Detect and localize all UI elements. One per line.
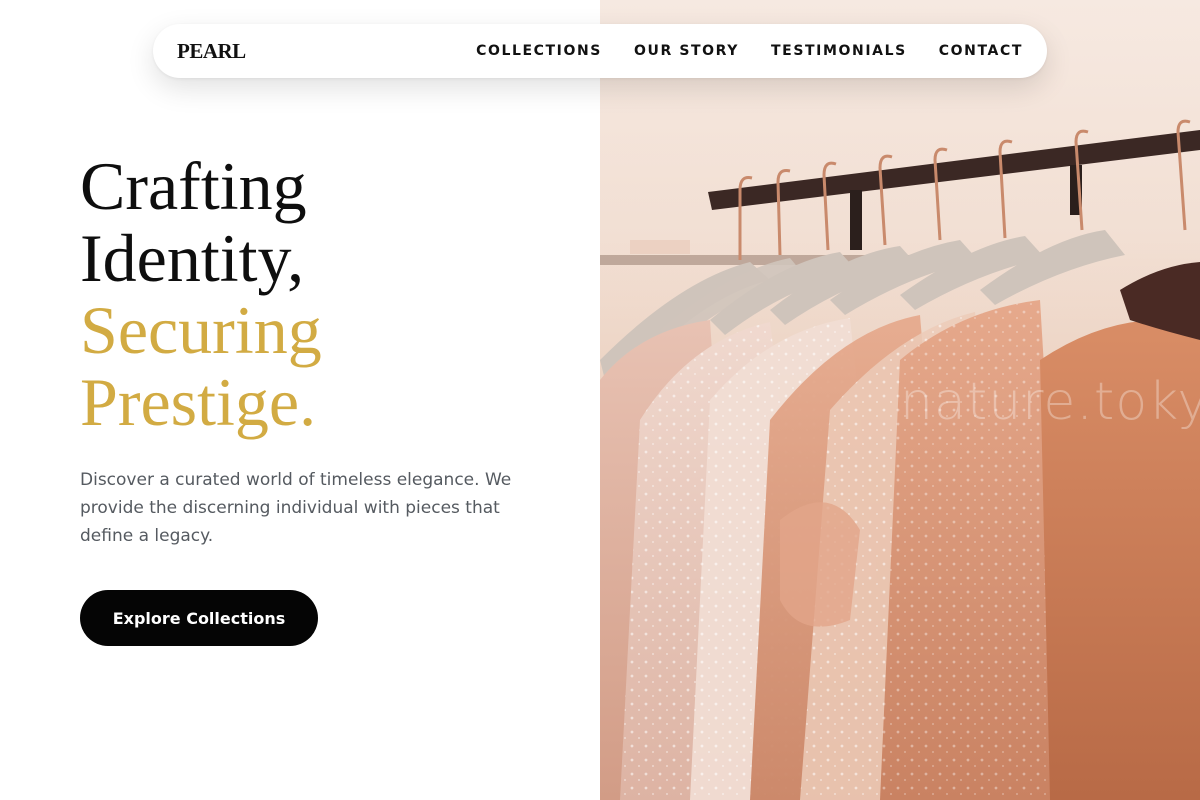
- watermark-text: nature.tokyo: [900, 372, 1200, 432]
- hero-image-clothing-rack: nature.tokyo: [600, 0, 1200, 800]
- nav-link-contact[interactable]: CONTACT: [939, 43, 1023, 59]
- explore-collections-button[interactable]: Explore Collections: [80, 590, 318, 646]
- brand-logo[interactable]: PEARL: [177, 39, 246, 64]
- headline-line-identity: Identity,: [80, 220, 305, 296]
- headline-line-prestige: Prestige.: [80, 364, 317, 440]
- top-nav: PEARL COLLECTIONS OUR STORY TESTIMONIALS…: [153, 24, 1047, 78]
- nav-links: COLLECTIONS OUR STORY TESTIMONIALS CONTA…: [444, 43, 1023, 59]
- hero-section: Crafting Identity, Securing Prestige. Di…: [80, 150, 580, 550]
- nav-link-collections[interactable]: COLLECTIONS: [476, 43, 602, 59]
- headline-line-crafting: Crafting: [80, 148, 307, 224]
- hero-description: Discover a curated world of timeless ele…: [80, 470, 512, 546]
- headline-line-securing: Securing: [80, 292, 322, 368]
- hero-headline: Crafting Identity, Securing Prestige.: [80, 150, 580, 438]
- nav-link-our-story[interactable]: OUR STORY: [634, 43, 739, 59]
- nav-link-testimonials[interactable]: TESTIMONIALS: [771, 43, 907, 59]
